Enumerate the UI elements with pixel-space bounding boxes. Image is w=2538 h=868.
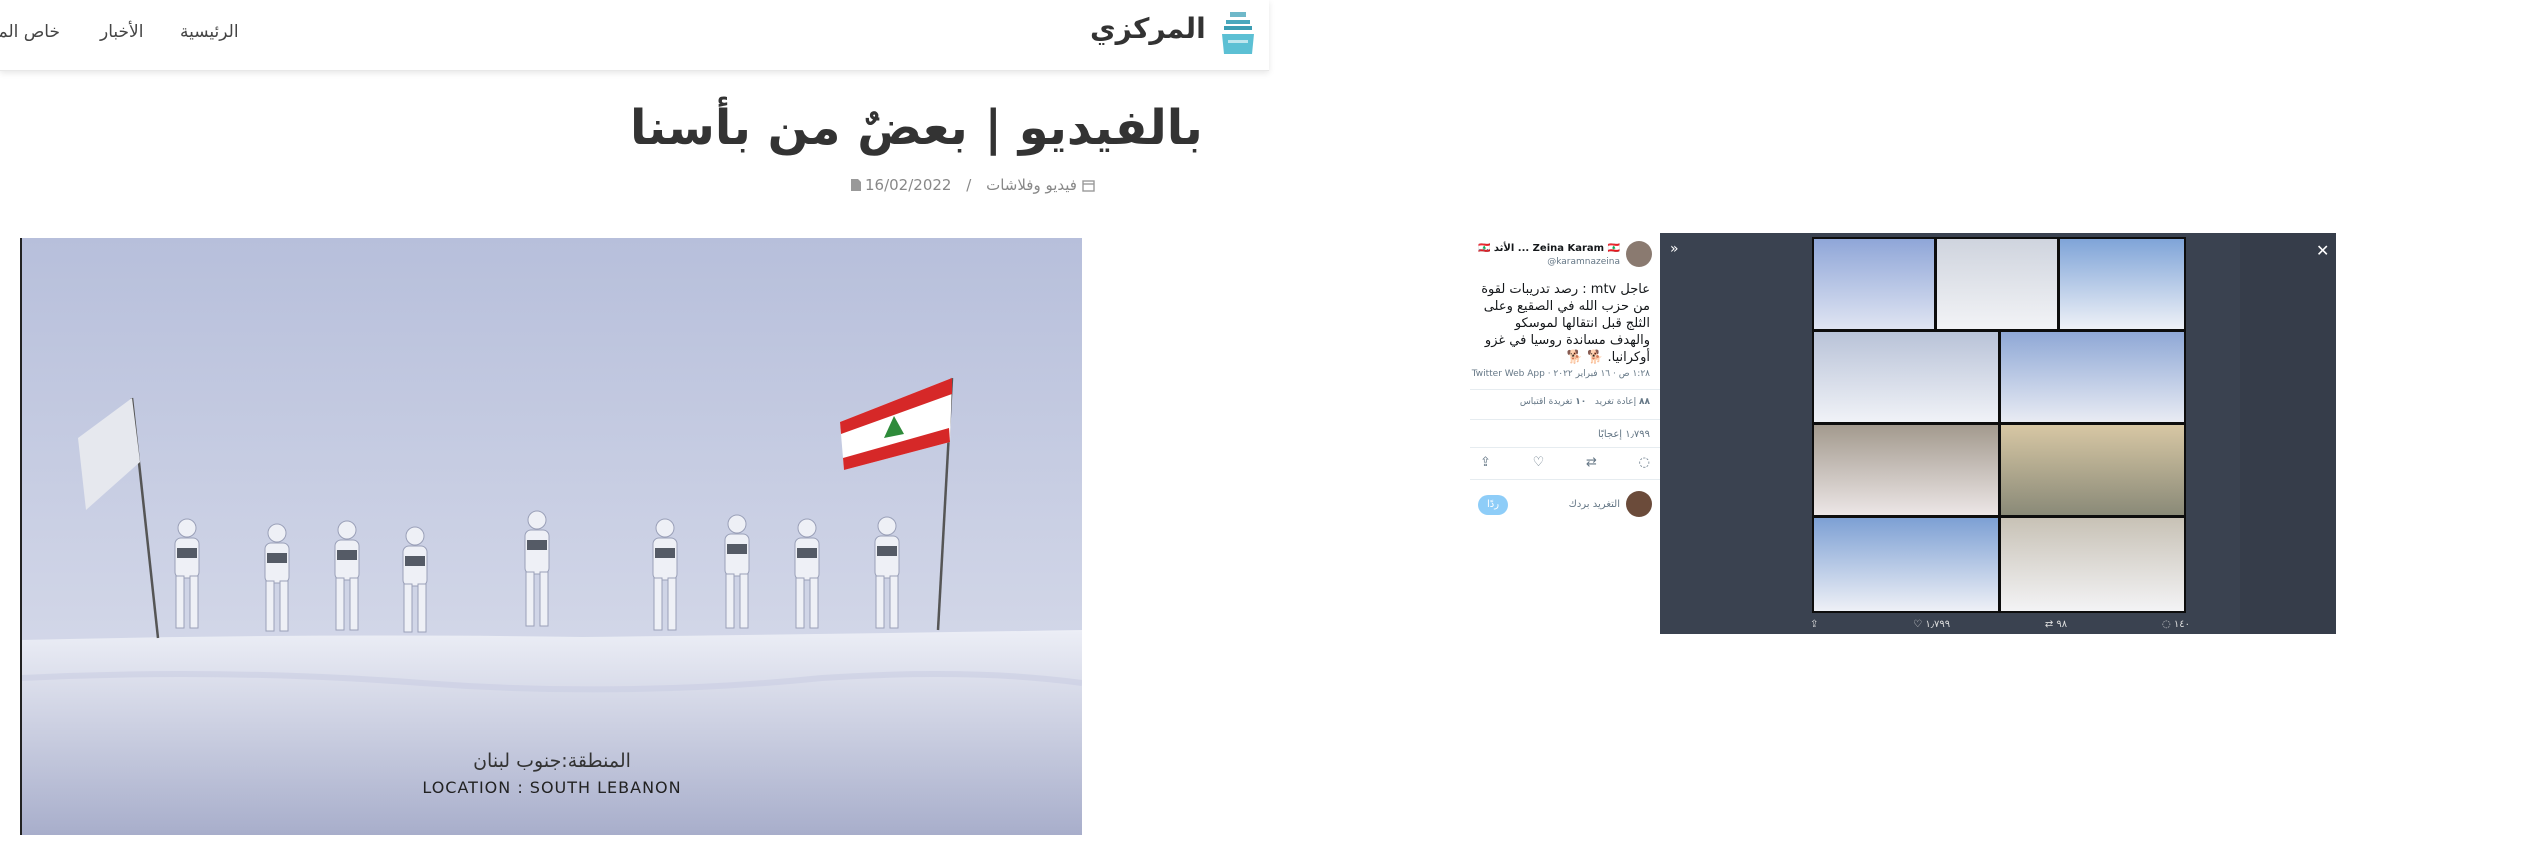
media-retweet-count: ٩٨ <box>2056 618 2068 630</box>
site-header: خاص المركزية الأخبار الرئيسية المركزي <box>0 0 1269 71</box>
tweet-author-handle[interactable]: @karamnazeina <box>1547 257 1620 267</box>
close-icon[interactable]: ✕ <box>2316 241 2329 260</box>
media-like-button[interactable]: ♡ ١٫٧٩٩ <box>1913 619 1950 630</box>
tweet-stats: ٨٨ إعادة تغريد ١٠ تغريدة اقتباس <box>1520 397 1650 407</box>
site-name[interactable]: المركزي <box>1090 12 1206 45</box>
avatar[interactable] <box>1626 241 1652 267</box>
media-thumbnail[interactable] <box>1814 518 1998 611</box>
article-date: 16/02/2022 <box>865 176 952 194</box>
retweet-icon[interactable]: ⇄ <box>1586 455 1597 470</box>
media-thumbnail[interactable] <box>1814 332 1998 422</box>
article-hero-image: المنطقة:جنوب لبنان LOCATION : SOUTH LEBA… <box>20 238 1082 835</box>
media-viewer: » ✕ ⇪ ♡ ١٫٧٩٩ ⇄ ٩٨ ◌ ١٤٠ <box>1660 233 2336 634</box>
quote-label: تغريدة اقتباس <box>1519 397 1573 407</box>
nav-item-home[interactable]: الرئيسية <box>180 22 239 42</box>
collapse-icon[interactable]: » <box>1670 241 1679 257</box>
quote-count[interactable]: ١٠ <box>1575 397 1586 407</box>
article-title: بالفيديو | بعضٌ من بأسنا <box>630 100 1203 156</box>
reply-avatar <box>1626 491 1652 517</box>
tweet-header: Zeina Karam 🇱🇧 ... الأثد 🇱🇧 @karamnazein… <box>1472 241 1652 271</box>
share-icon[interactable]: ⇪ <box>1810 619 1818 630</box>
media-like-count: ١٫٧٩٩ <box>1925 618 1951 630</box>
calendar-icon <box>1082 180 1095 192</box>
divider <box>1470 447 1660 448</box>
media-thumbnail[interactable] <box>2060 239 2184 329</box>
media-retweet-button[interactable]: ⇄ ٩٨ <box>2045 619 2067 630</box>
reply-icon[interactable]: ◌ <box>1639 455 1650 470</box>
retweet-label: إعادة تغريد <box>1594 397 1637 407</box>
media-thumbnail[interactable] <box>2001 425 2184 515</box>
divider <box>1470 389 1660 390</box>
media-thumbnail[interactable] <box>2001 332 2184 422</box>
media-reply-button[interactable]: ◌ ١٤٠ <box>2162 619 2190 630</box>
media-thumbnail[interactable] <box>1814 425 1998 515</box>
more-icon[interactable]: ··· <box>1478 243 1489 257</box>
media-thumbnail[interactable] <box>1937 239 2057 329</box>
image-caption-arabic: المنطقة:جنوب لبنان <box>473 750 631 772</box>
tweet-text: عاجل mtv : رصد تدريبات لقوة من حزب الله … <box>1481 282 1650 365</box>
nav-item-news[interactable]: الأخبار <box>100 22 143 42</box>
article-category[interactable]: فيديو وفلاشات <box>986 176 1077 194</box>
like-count[interactable]: ١٫٧٩٩ إعجابًا <box>1598 429 1650 440</box>
logo-icon[interactable] <box>1218 10 1258 58</box>
image-caption-english: LOCATION : SOUTH LEBANON <box>422 778 682 797</box>
nav-item-private[interactable]: خاص المركزية <box>0 22 60 42</box>
heart-icon[interactable]: ♡ <box>1533 455 1545 470</box>
divider <box>1470 479 1660 480</box>
reply-button[interactable]: ردًا <box>1478 495 1508 515</box>
meta-separator: / <box>966 176 972 194</box>
tweet-actions: ⇪ ♡ ⇄ ◌ <box>1480 455 1650 470</box>
media-action-bar: ⇪ ♡ ١٫٧٩٩ ⇄ ٩٨ ◌ ١٤٠ <box>1810 614 2190 634</box>
article-meta: فيديو وفلاشات / 16/02/2022 <box>850 176 1098 194</box>
reply-input[interactable]: التغريد بردك <box>1569 499 1620 510</box>
document-icon <box>851 179 861 191</box>
embedded-tweet-screenshot: Zeina Karam 🇱🇧 ... الأثد 🇱🇧 @karamnazein… <box>1470 233 2336 634</box>
tweet-panel: Zeina Karam 🇱🇧 ... الأثد 🇱🇧 @karamnazein… <box>1470 233 1660 634</box>
media-thumbnail[interactable] <box>1814 239 1934 329</box>
tweet-timestamp[interactable]: ١:٢٨ ص · ١٦ فبراير ٢٠٢٢ · Twitter Web Ap… <box>1472 369 1650 379</box>
retweet-count[interactable]: ٨٨ <box>1639 397 1650 407</box>
media-reply-count: ١٤٠ <box>2173 618 2190 630</box>
dimmed-sidebar <box>2240 233 2336 634</box>
share-icon[interactable]: ⇪ <box>1480 455 1491 470</box>
media-thumbnail[interactable] <box>2001 518 2184 611</box>
media-grid[interactable] <box>1812 237 2186 613</box>
divider <box>1470 419 1660 420</box>
tweet-author-name[interactable]: Zeina Karam 🇱🇧 ... الأثد 🇱🇧 <box>1478 243 1620 254</box>
